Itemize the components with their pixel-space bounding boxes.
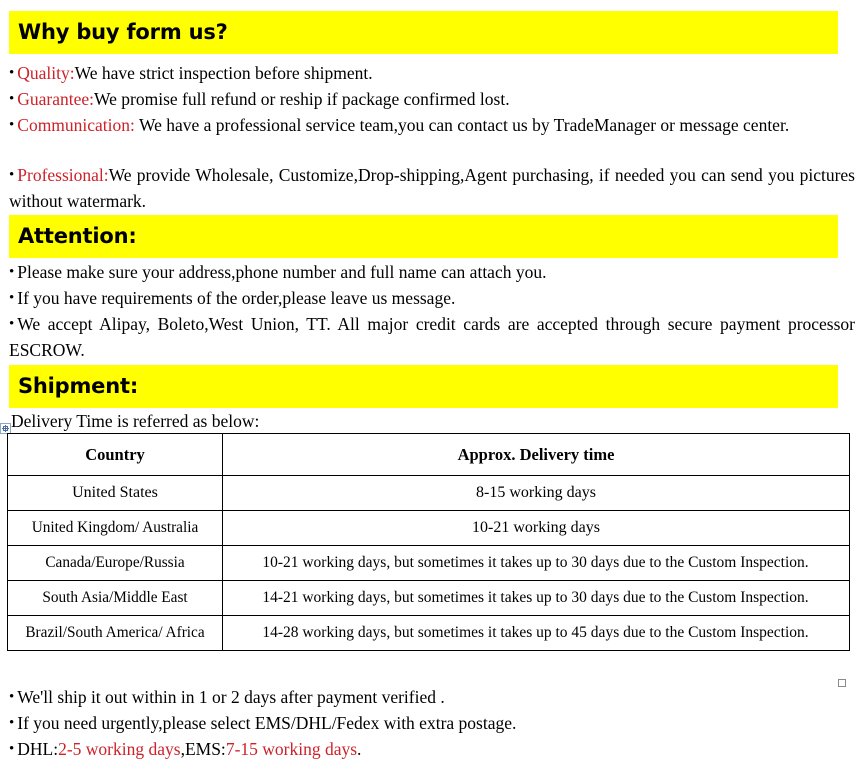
bullet-attention-payment: • We accept Alipay, Boleto,West Union, TT… — [9, 312, 855, 363]
bullet-ship-timeframe-text: We'll ship it out within in 1 or 2 days … — [17, 687, 445, 707]
section-header-shipment-text: Shipment: — [18, 374, 139, 398]
cell-delivery-time: 10-21 working days — [222, 510, 850, 546]
bullet-quality-text: We have strict inspection before shipmen… — [74, 63, 373, 83]
section-header-shipment: Shipment: — [9, 365, 838, 408]
delivery-time-table: Country Approx. Delivery time United Sta… — [7, 433, 850, 651]
cell-delivery-time: 8-15 working days — [222, 475, 850, 511]
cell-country: Brazil/South America/ Africa — [7, 615, 223, 651]
cell-delivery-time: 14-21 working days, but sometimes it tak… — [222, 580, 850, 616]
section-header-attention-text: Attention: — [18, 224, 137, 248]
cell-delivery-time: 10-21 working days, but sometimes it tak… — [222, 545, 850, 581]
bullet-attention-requirements-text: If you have requirements of the order,pl… — [17, 288, 456, 308]
delivery-time-intro: Delivery Time is referred as below: — [11, 411, 260, 431]
dhl-ems-period: . — [357, 739, 362, 759]
column-header-delivery-time: Approx. Delivery time — [222, 433, 850, 476]
table-row: United States 8-15 working days — [7, 475, 850, 511]
delivery-table-body: United States 8-15 working days United K… — [7, 475, 850, 651]
delivery-table-head: Country Approx. Delivery time — [7, 433, 850, 476]
bullet-guarantee-text: We promise full refund or reship if pack… — [94, 89, 510, 109]
section-header-why-buy-text: Why buy form us? — [18, 20, 228, 44]
bullet-professional-keyword: Professional: — [17, 165, 109, 185]
bullet-attention-address: • Please make sure your address,phone num… — [9, 260, 855, 286]
table-header-row: Country Approx. Delivery time — [7, 433, 850, 476]
bullet-quality: • Quality:We have strict inspection befor… — [9, 61, 855, 87]
table-row: United Kingdom/ Australia 10-21 working … — [7, 510, 850, 546]
bullet-guarantee: • Guarantee:We promise full refund or res… — [9, 87, 855, 113]
document-page: Why buy form us? • Quality:We have strict… — [0, 0, 864, 764]
cell-delivery-time: 14-28 working days, but sometimes it tak… — [222, 615, 850, 651]
cell-country: United Kingdom/ Australia — [7, 510, 223, 546]
ems-label: EMS: — [184, 739, 226, 759]
delivery-table-wrapper: Country Approx. Delivery time United Sta… — [7, 433, 850, 651]
section-header-attention: Attention: — [9, 215, 838, 258]
cell-country: United States — [7, 475, 223, 511]
bullet-ship-dhl-ems: • DHL:2-5 working days,EMS:7-15 working d… — [9, 737, 855, 763]
cell-country: Canada/Europe/Russia — [7, 545, 223, 581]
bullet-attention-requirements: • If you have requirements of the order,p… — [9, 286, 855, 312]
bullet-communication-keyword: Communication: — [17, 115, 135, 135]
bullet-ship-urgent-text: If you need urgently,please select EMS/D… — [17, 713, 517, 733]
section-header-why-buy: Why buy form us? — [9, 11, 838, 54]
dhl-value: 2-5 working days — [58, 739, 181, 759]
table-row: South Asia/Middle East 14-21 working day… — [7, 580, 850, 616]
table-row: Brazil/South America/ Africa 14-28 worki… — [7, 615, 850, 651]
bullet-professional: • Professional:We provide Wholesale, Cust… — [9, 163, 855, 214]
bullet-guarantee-keyword: Guarantee: — [17, 89, 95, 109]
bullet-attention-payment-text: We accept Alipay, Boleto,West Union, TT.… — [9, 314, 855, 360]
dhl-label: DHL: — [17, 739, 59, 759]
column-header-country: Country — [7, 433, 223, 476]
bullet-ship-timeframe: • We'll ship it out within in 1 or 2 days… — [9, 685, 855, 711]
move-handle-tick — [3, 426, 4, 431]
bullet-professional-text: We provide Wholesale, Customize,Drop-shi… — [9, 165, 855, 211]
cell-country: South Asia/Middle East — [7, 580, 223, 616]
ems-value: 7-15 working days — [225, 739, 358, 759]
bullet-ship-urgent: • If you need urgently,please select EMS/… — [9, 711, 855, 737]
bullet-quality-keyword: Quality: — [17, 63, 75, 83]
bullet-attention-address-text: Please make sure your address,phone numb… — [17, 262, 547, 282]
bullet-communication: • Communication: We have a professional s… — [9, 113, 855, 139]
move-handle-tick — [7, 426, 8, 431]
table-row: Canada/Europe/Russia 10-21 working days,… — [7, 545, 850, 581]
bullet-communication-text: We have a professional service team,you … — [134, 115, 790, 135]
